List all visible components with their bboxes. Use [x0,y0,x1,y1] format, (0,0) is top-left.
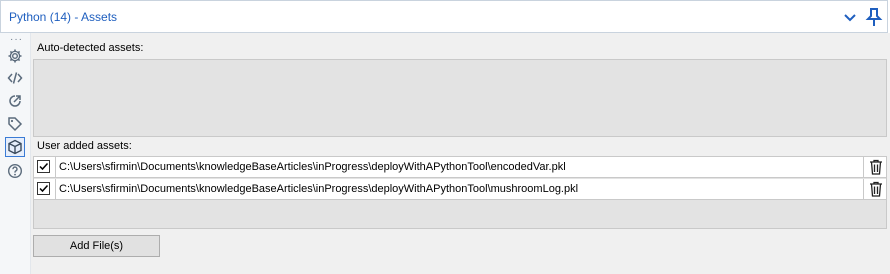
auto-detected-label: Auto-detected assets: [37,42,144,54]
panel-title-bar: Python (14) - Assets [0,0,888,33]
sidebar-item-help[interactable] [5,161,25,181]
asset-row[interactable]: C:\Users\sfirmin\Documents\knowledgeBase… [34,179,886,200]
asset-row[interactable]: C:\Users\sfirmin\Documents\knowledgeBase… [34,157,886,178]
export-icon [9,95,21,107]
asset-checkbox[interactable] [37,182,50,195]
sidebar-item-export[interactable] [5,91,25,111]
trash-icon [869,181,882,197]
asset-checkbox[interactable] [37,160,50,173]
trash-icon [869,159,882,175]
assets-panel: Auto-detected assets: User added assets:… [31,33,890,274]
pin-icon[interactable] [865,7,883,27]
sidebar-item-tags[interactable] [5,114,25,134]
package-icon [8,139,22,155]
panel-title: Python (14) - Assets [9,10,118,24]
user-added-assets-list[interactable]: C:\Users\sfirmin\Documents\knowledgeBase… [33,156,887,229]
help-icon [7,163,23,179]
tag-icon [8,117,23,132]
delete-asset-button[interactable] [863,179,887,199]
user-added-label: User added assets: [37,140,132,152]
sidebar-item-code[interactable] [5,68,25,88]
sidebar-item-configuration[interactable] [5,46,25,66]
chevron-down-icon[interactable] [842,9,858,25]
checkmark-icon [39,162,49,171]
auto-detected-assets-list[interactable] [33,59,887,137]
asset-path: C:\Users\sfirmin\Documents\knowledgeBase… [55,157,864,177]
tool-sidebar: ··· [0,33,31,274]
gear-icon [8,49,22,63]
sidebar-item-assets[interactable] [5,137,25,157]
asset-path: C:\Users\sfirmin\Documents\knowledgeBase… [55,179,864,199]
delete-asset-button[interactable] [863,157,887,177]
add-files-button[interactable]: Add File(s) [33,235,160,257]
more-dots-icon: ··· [10,34,23,45]
code-icon [7,72,23,84]
checkmark-icon [39,184,49,193]
